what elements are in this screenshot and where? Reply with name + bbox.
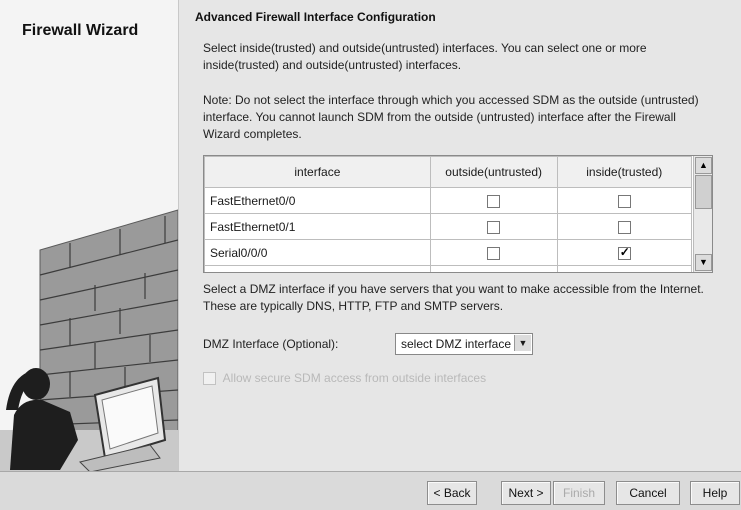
dmz-select-value: select DMZ interface bbox=[401, 337, 512, 351]
next-button[interactable]: Next > bbox=[501, 481, 551, 505]
allow-sdm-label: Allow secure SDM access from outside int… bbox=[222, 371, 487, 385]
inside-checkbox[interactable] bbox=[617, 246, 631, 260]
sidebar-title: Firewall Wizard bbox=[22, 22, 139, 39]
main-panel: Advanced Firewall Interface Configuratio… bbox=[183, 0, 741, 471]
interface-name: FastEthernet0/0 bbox=[204, 187, 431, 214]
interface-name: FastEthernet0/1 bbox=[204, 213, 431, 240]
finish-button: Finish bbox=[553, 481, 605, 505]
outside-checkbox[interactable] bbox=[487, 246, 501, 260]
table-row: FastEthernet0/0 bbox=[204, 187, 693, 214]
wizard-illustration bbox=[0, 209, 178, 471]
help-button[interactable]: Help bbox=[690, 481, 740, 505]
scroll-down-icon[interactable]: ▼ bbox=[695, 254, 712, 271]
wizard-sidebar: Firewall Wizard bbox=[0, 0, 179, 471]
chevron-down-icon[interactable]: ▼ bbox=[514, 335, 531, 351]
column-header-inside[interactable]: inside(trusted) bbox=[556, 156, 693, 188]
intro-text: Select inside(trusted) and outside(untru… bbox=[203, 41, 647, 72]
allow-sdm-option: Allow secure SDM access from outside int… bbox=[203, 371, 487, 386]
table-row: Serial0/0/0 bbox=[204, 239, 693, 266]
note-text: Note: Do not select the interface throug… bbox=[203, 93, 699, 141]
column-header-interface[interactable]: interface bbox=[204, 156, 431, 188]
table-row bbox=[204, 265, 693, 272]
interface-name: Serial0/0/0 bbox=[204, 239, 431, 266]
allow-sdm-checkbox bbox=[203, 372, 216, 386]
inside-checkbox[interactable] bbox=[617, 194, 631, 208]
dmz-interface-label: DMZ Interface (Optional): bbox=[203, 337, 339, 351]
scroll-thumb[interactable] bbox=[695, 175, 712, 209]
column-header-outside[interactable]: outside(untrusted) bbox=[429, 156, 558, 188]
dmz-interface-select[interactable]: select DMZ interface ▼ bbox=[395, 333, 533, 355]
table-row: FastEthernet0/1 bbox=[204, 213, 693, 240]
inside-checkbox[interactable] bbox=[617, 220, 631, 234]
outside-checkbox[interactable] bbox=[487, 220, 501, 234]
cancel-button[interactable]: Cancel bbox=[616, 481, 680, 505]
wizard-footer: < Back Next > Finish Cancel Help bbox=[0, 471, 741, 510]
outside-checkbox[interactable] bbox=[487, 194, 501, 208]
dmz-description: Select a DMZ interface if you have serve… bbox=[203, 282, 704, 313]
table-scrollbar[interactable]: ▲ ▼ bbox=[693, 156, 712, 272]
interface-table: interface outside(untrusted) inside(trus… bbox=[203, 155, 713, 273]
back-button[interactable]: < Back bbox=[427, 481, 477, 505]
page-title: Advanced Firewall Interface Configuratio… bbox=[195, 10, 436, 24]
scroll-up-icon[interactable]: ▲ bbox=[695, 157, 712, 174]
